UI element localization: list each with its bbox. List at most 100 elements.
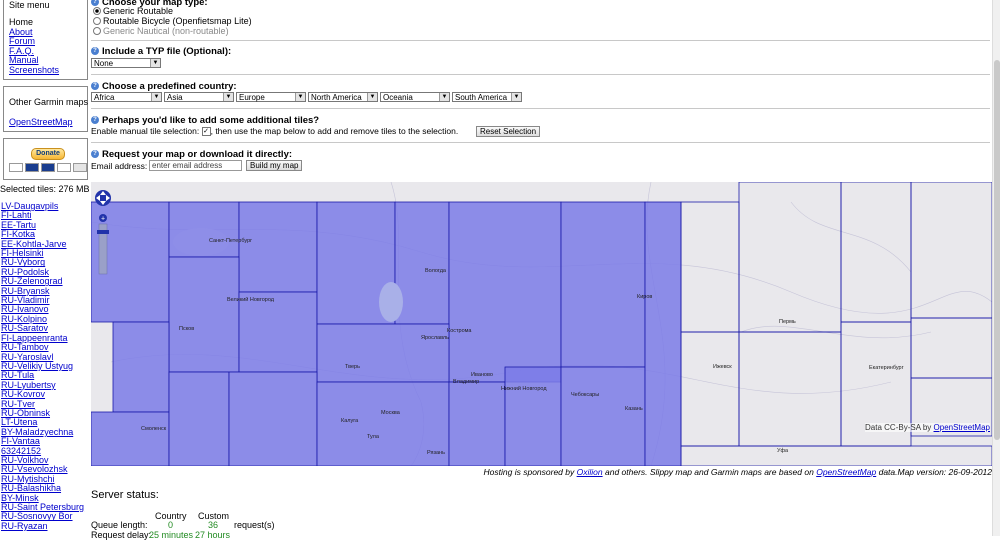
map-tile[interactable] <box>504 366 562 466</box>
region-select-south-america[interactable]: South America ▼ <box>452 92 522 102</box>
other-maps-box: Other Garmin maps OpenStreetMap <box>3 86 88 132</box>
site-menu-title: Site menu <box>9 0 50 10</box>
city-label: Казань <box>625 406 643 412</box>
selected-tiles-size: Selected tiles: 276 MB <box>0 184 90 194</box>
region-select-oceania[interactable]: Oceania ▼ <box>380 92 450 102</box>
map-tile[interactable] <box>680 445 992 466</box>
city-label: Тверь <box>345 364 360 370</box>
menu-screenshots[interactable]: Screenshots <box>9 65 87 76</box>
map-tile[interactable] <box>91 411 170 466</box>
radio-bicycle[interactable]: Routable Bicycle (Openfietsmap Lite) <box>93 16 252 26</box>
radio-icon[interactable] <box>93 7 101 15</box>
map-tile[interactable] <box>168 256 240 373</box>
queue-unit: request(s) <box>234 520 275 530</box>
scrollbar-thumb[interactable] <box>994 60 1000 440</box>
map-tile[interactable] <box>910 182 992 319</box>
card-icon <box>57 163 71 172</box>
city-label: Вологда <box>425 268 447 274</box>
site-menu: Site menu Home About Forum F.A.Q. Manual… <box>3 0 88 80</box>
openstreetmap-link[interactable]: OpenStreetMap <box>9 117 73 127</box>
map-tile[interactable] <box>680 201 740 333</box>
city-label: Тула <box>367 434 380 440</box>
city-label: Иваново <box>471 372 493 378</box>
donate-button[interactable]: Donate <box>31 148 65 160</box>
map-tile[interactable] <box>840 182 912 323</box>
q-request: ? Request your map or download it directl… <box>91 149 292 160</box>
map-canvas[interactable]: Санкт-Петербург Великий Новгород Псков В… <box>91 182 992 466</box>
queue-length-label: Queue length: <box>91 520 148 530</box>
radio-icon[interactable] <box>93 27 101 35</box>
chevron-down-icon: ▼ <box>151 93 161 101</box>
city-label: Калуга <box>341 418 359 424</box>
region-select-europe[interactable]: Europe ▼ <box>236 92 306 102</box>
map-tile[interactable] <box>560 201 646 368</box>
region-select-north-america[interactable]: North America ▼ <box>308 92 378 102</box>
map-tile[interactable] <box>448 381 506 466</box>
map-tile[interactable] <box>168 371 230 466</box>
typ-select[interactable]: None ▼ <box>91 58 161 68</box>
request-delay-label: Request delay: <box>91 530 152 540</box>
card-icon <box>25 163 39 172</box>
tile-link[interactable]: RU-Ryazan <box>1 521 84 531</box>
osm-link[interactable]: OpenStreetMap <box>816 467 876 477</box>
help-icon[interactable]: ? <box>91 150 99 159</box>
region-select-asia[interactable]: Asia ▼ <box>164 92 234 102</box>
divider <box>91 40 990 41</box>
queue-country-value: 0 <box>168 520 174 530</box>
city-label: Санкт-Петербург <box>209 238 252 244</box>
city-label: Чебоксары <box>571 392 599 398</box>
city-label: Пермь <box>779 319 796 325</box>
delay-country-value: 25 minutes <box>149 530 194 540</box>
map-tile[interactable] <box>644 201 682 466</box>
chevron-down-icon: ▼ <box>439 93 449 101</box>
tile-map[interactable]: Санкт-Петербург Великий Новгород Псков В… <box>91 182 992 466</box>
map-tile[interactable] <box>448 201 562 383</box>
delay-custom-value: 27 hours <box>195 530 231 540</box>
map-tile[interactable] <box>680 331 740 447</box>
region-select-africa[interactable]: Africa ▼ <box>91 92 162 102</box>
map-tile[interactable] <box>560 366 646 466</box>
map-tile[interactable] <box>738 182 842 333</box>
radio-nautical[interactable]: Generic Nautical (non-routable) <box>93 26 229 36</box>
map-tile[interactable] <box>738 331 842 447</box>
email-input[interactable]: enter email address <box>149 160 242 171</box>
attribution-osm-link[interactable]: OpenStreetMap <box>934 423 990 432</box>
city-label: Москва <box>381 410 401 416</box>
help-icon[interactable]: ? <box>91 116 99 125</box>
map-tile[interactable] <box>112 321 170 413</box>
map-tile[interactable] <box>316 323 450 383</box>
map-tile[interactable] <box>910 317 992 379</box>
page-scrollbar[interactable] <box>992 0 1000 536</box>
donate-box: Donate <box>3 138 88 180</box>
email-label: Email address: <box>91 161 148 171</box>
divider <box>91 142 990 143</box>
radio-generic-routable[interactable]: Generic Routable <box>93 6 173 16</box>
map-tile[interactable] <box>228 371 318 466</box>
city-label: Ижевск <box>713 364 732 370</box>
city-label: Кострома <box>447 328 472 334</box>
manual-selection-checkbox[interactable]: ✓ <box>201 127 211 137</box>
radio-icon[interactable] <box>93 17 101 25</box>
zoom-slider-handle[interactable] <box>97 230 109 234</box>
divider <box>91 108 990 109</box>
server-status-title: Server status: <box>91 489 159 501</box>
sponsor-link[interactable]: Oxilion <box>577 467 603 477</box>
help-icon[interactable]: ? <box>91 47 99 56</box>
plus-icon: + <box>101 216 105 223</box>
map-attribution: Data CC-By-SA by OpenStreetMap <box>865 423 990 432</box>
chevron-down-icon: ▼ <box>223 93 233 101</box>
sidebar: Site menu Home About Forum F.A.Q. Manual… <box>0 0 90 536</box>
q-typ-file: ? Include a TYP file (Optional): <box>91 46 231 57</box>
map-tile[interactable] <box>238 291 318 373</box>
city-label: Киров <box>637 294 652 300</box>
card-icon <box>73 163 87 172</box>
help-icon[interactable]: ? <box>91 82 99 91</box>
map-tile[interactable] <box>394 201 450 325</box>
city-label: Нижний Новгород <box>501 385 547 392</box>
payment-cards <box>9 163 87 172</box>
city-label: Псков <box>179 326 194 332</box>
build-map-button[interactable]: Build my map <box>246 160 303 171</box>
reset-selection-button[interactable]: Reset Selection <box>476 126 541 137</box>
map-tile[interactable] <box>238 201 318 293</box>
divider <box>91 74 990 75</box>
